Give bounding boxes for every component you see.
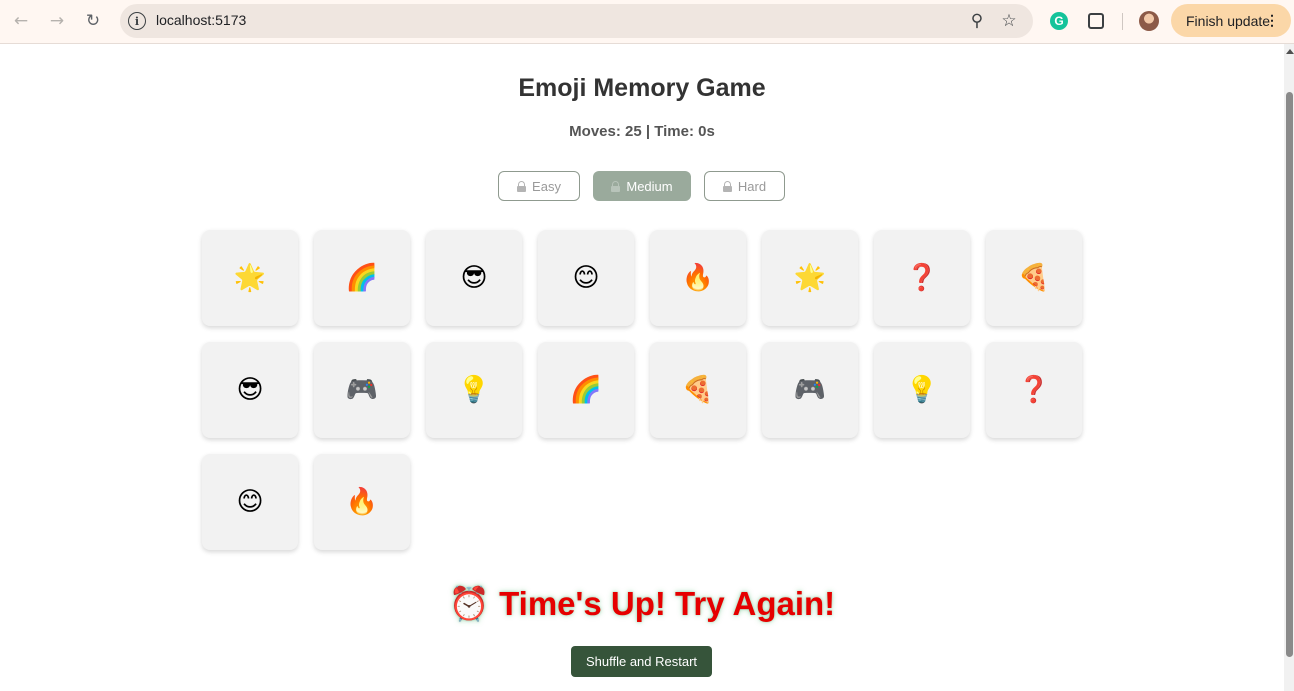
forward-button[interactable]: → (44, 8, 70, 34)
difficulty-label: Medium (626, 178, 673, 194)
memory-card[interactable]: ❓ (986, 342, 1082, 438)
game-page: Emoji Memory Game Moves: 25 | Time: 0s E… (0, 45, 1284, 691)
difficulty-label: Hard (737, 178, 767, 194)
toolbar-divider (1122, 13, 1123, 30)
memory-card[interactable]: 😎 (202, 342, 298, 438)
memory-card[interactable]: 🔥 (650, 230, 746, 326)
lock-icon (611, 180, 621, 192)
lock-icon (722, 180, 732, 192)
memory-card[interactable]: 🌈 (538, 342, 634, 438)
reload-button[interactable]: ↻ (80, 8, 106, 34)
extensions-button[interactable] (1084, 9, 1108, 33)
memory-card[interactable]: 🌟 (202, 230, 298, 326)
memory-card[interactable]: 💡 (426, 342, 522, 438)
avatar[interactable] (1139, 11, 1159, 31)
difficulty-medium-button[interactable]: Medium (593, 171, 691, 201)
info-icon[interactable]: i (128, 12, 146, 30)
grammarly-icon: G (1050, 12, 1068, 30)
memory-card[interactable]: 😊 (202, 454, 298, 550)
back-button[interactable]: ← (8, 8, 34, 34)
url-text[interactable]: localhost:5173 (156, 12, 246, 28)
finish-update-button[interactable]: Finish update ⋮ (1171, 4, 1291, 37)
browser-toolbar: ← → ↻ i localhost:5173 ⚲ ☆ G Finish upda… (0, 0, 1294, 44)
memory-card[interactable]: 😎 (426, 230, 522, 326)
difficulty-easy-button[interactable]: Easy (498, 171, 580, 201)
scrollbar-thumb[interactable] (1286, 92, 1293, 657)
arrow-left-icon: ← (13, 11, 29, 31)
memory-card[interactable]: 🍕 (986, 230, 1082, 326)
memory-card[interactable]: 🌟 (762, 230, 858, 326)
grammarly-extension-button[interactable]: G (1047, 9, 1071, 33)
memory-card[interactable]: 💡 (874, 342, 970, 438)
address-bar[interactable]: i localhost:5173 ⚲ ☆ (120, 4, 1033, 38)
page-title: Emoji Memory Game (518, 74, 766, 102)
memory-card[interactable]: 😊 (538, 230, 634, 326)
difficulty-label: Easy (532, 178, 561, 194)
memory-card[interactable]: 🎮 (314, 342, 410, 438)
memory-card[interactable]: 🍕 (650, 342, 746, 438)
shuffle-restart-button[interactable]: Shuffle and Restart (571, 646, 712, 677)
memory-card[interactable]: 🔥 (314, 454, 410, 550)
times-up-message: ⏰ Time's Up! Try Again! (448, 585, 836, 622)
kebab-menu-icon: ⋮ (1265, 12, 1279, 28)
puzzle-icon (1088, 13, 1104, 29)
star-icon[interactable]: ☆ (998, 10, 1020, 32)
reload-icon: ↻ (85, 11, 101, 31)
difficulty-hard-button[interactable]: Hard (704, 171, 785, 201)
zoom-icon[interactable]: ⚲ (966, 10, 988, 32)
memory-card[interactable]: ❓ (874, 230, 970, 326)
memory-card[interactable]: 🌈 (314, 230, 410, 326)
memory-card[interactable]: 🎮 (762, 342, 858, 438)
arrow-right-icon: → (49, 11, 65, 31)
page-scrollbar[interactable] (1284, 44, 1294, 691)
scroll-up-icon[interactable] (1286, 49, 1294, 54)
finish-update-label: Finish update (1186, 12, 1271, 29)
lock-icon (517, 180, 527, 192)
moves-time-status: Moves: 25 | Time: 0s (569, 123, 715, 140)
